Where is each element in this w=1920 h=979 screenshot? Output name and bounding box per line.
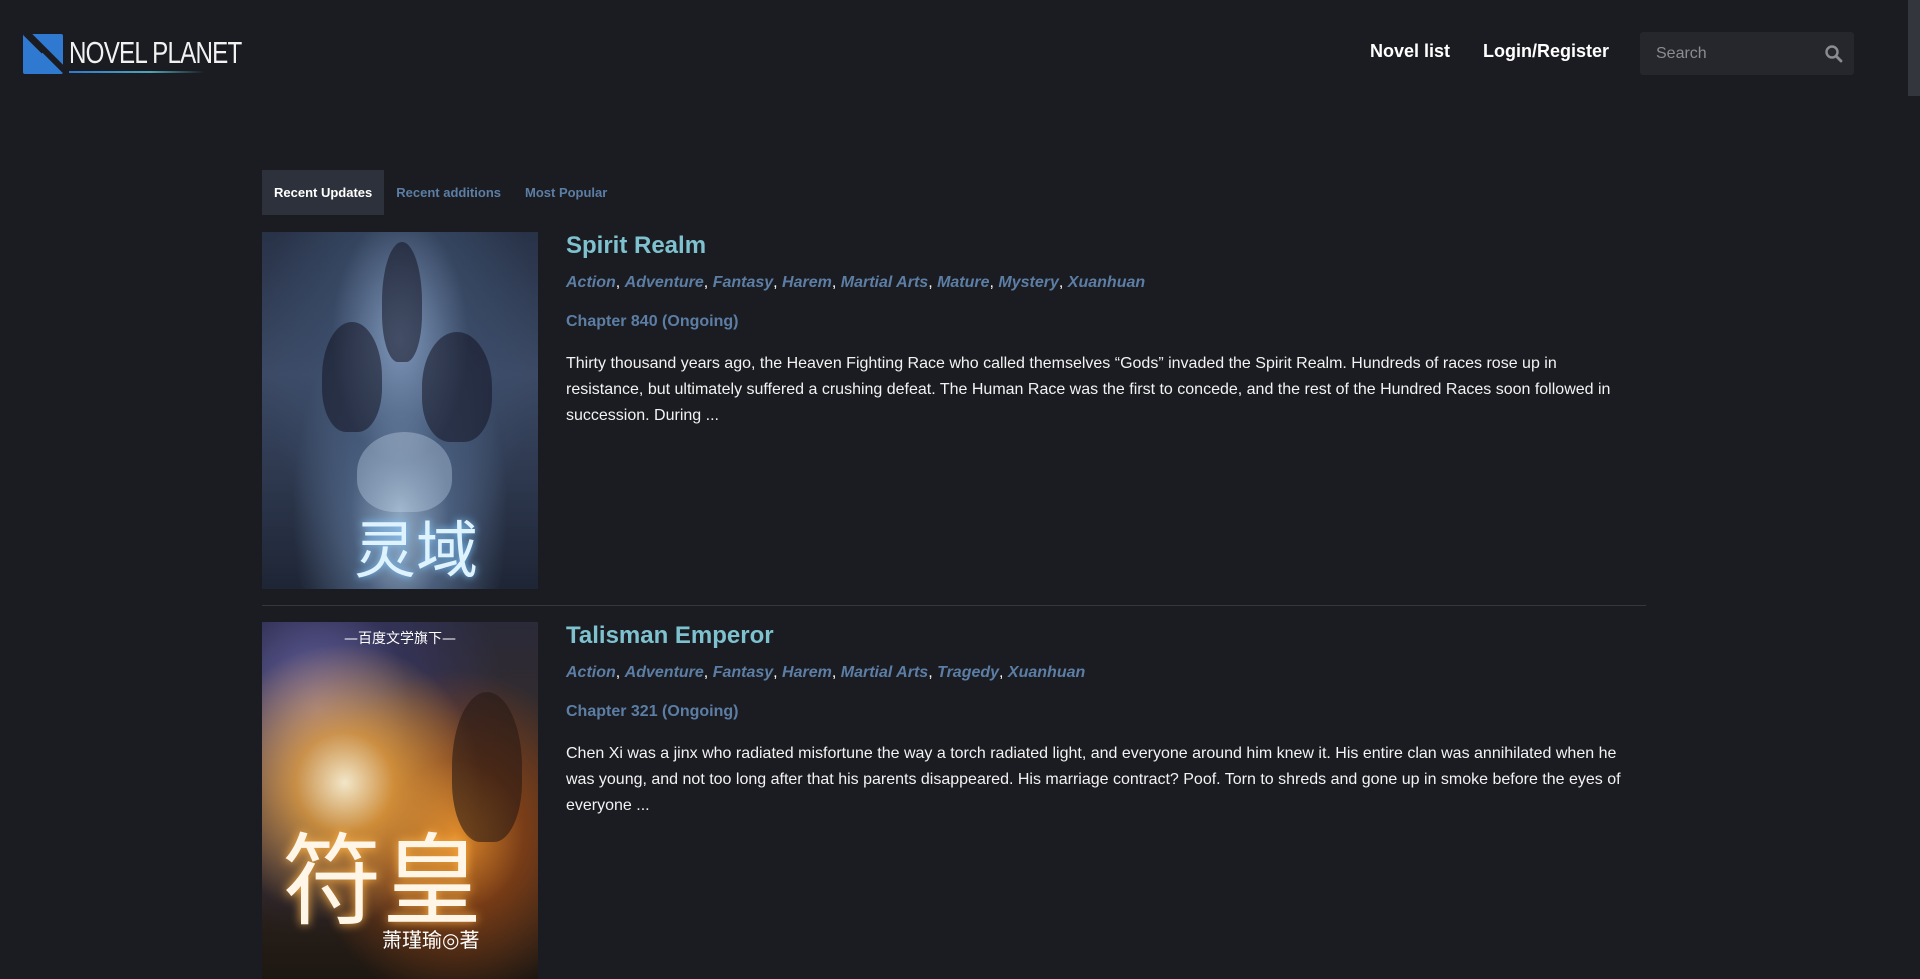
cover-title-glyph: 灵域	[354, 514, 479, 587]
genre-link[interactable]: Mature	[937, 274, 989, 291]
genre-link[interactable]: Action	[566, 664, 616, 681]
novel-title[interactable]: Spirit Realm	[566, 232, 1636, 260]
genre-link[interactable]: Martial Arts	[841, 664, 928, 681]
genre-link[interactable]: Adventure	[625, 274, 704, 291]
logo-text: NOVEL PLANET	[69, 34, 242, 70]
novel-genres: Action, Adventure, Fantasy, Harem, Marti…	[566, 274, 1146, 291]
scrollbar-thumb[interactable]	[1908, 0, 1920, 96]
genre-link[interactable]: Harem	[782, 664, 832, 681]
genre-link[interactable]: Mystery	[998, 274, 1058, 291]
search-input[interactable]	[1640, 32, 1820, 75]
nav-novel-list[interactable]: Novel list	[1370, 41, 1450, 62]
novel-list-item: —百度文学旗下— 符皇 萧瑾瑜◎著 Talisman Emperor Actio…	[262, 622, 1646, 979]
novel-cover-image[interactable]: —百度文学旗下— 符皇 萧瑾瑜◎著	[262, 622, 538, 979]
site-header: NOVEL PLANET Novel list Login/Register	[0, 0, 1920, 108]
novel-chapter-link[interactable]: Chapter 840 (Ongoing)	[566, 312, 1636, 332]
novel-info: Talisman Emperor Action, Adventure, Fant…	[566, 622, 1636, 819]
cover-banner: —百度文学旗下—	[344, 631, 456, 647]
novel-summary: Thirty thousand years ago, the Heaven Fi…	[566, 355, 1611, 424]
novel-planet-logo-icon	[23, 34, 63, 74]
novel-title[interactable]: Talisman Emperor	[566, 622, 1636, 650]
tab-most-popular[interactable]: Most Popular	[513, 170, 619, 215]
genre-link[interactable]: Fantasy	[713, 274, 773, 291]
genre-link[interactable]: Xuanhuan	[1008, 664, 1085, 681]
genre-link[interactable]: Tragedy	[937, 664, 999, 681]
novel-chapter-link[interactable]: Chapter 321 (Ongoing)	[566, 702, 1636, 722]
genre-link[interactable]: Adventure	[625, 664, 704, 681]
genre-link[interactable]: Martial Arts	[841, 274, 928, 291]
genre-link[interactable]: Action	[566, 274, 616, 291]
genre-link[interactable]: Fantasy	[713, 664, 773, 681]
novel-info: Spirit Realm Action, Adventure, Fantasy,…	[566, 232, 1636, 429]
novel-cover-image[interactable]: 灵域	[262, 232, 538, 589]
genre-link[interactable]: Harem	[782, 274, 832, 291]
novel-genres: Action, Adventure, Fantasy, Harem, Marti…	[566, 664, 1086, 681]
nav-login-register[interactable]: Login/Register	[1483, 41, 1609, 62]
novel-list-item: 灵域 Spirit Realm Action, Adventure, Fanta…	[262, 232, 1646, 606]
novel-summary: Chen Xi was a jinx who radiated misfortu…	[566, 745, 1621, 814]
tab-recent-updates[interactable]: Recent Updates	[262, 170, 385, 215]
search-box	[1640, 32, 1854, 75]
tab-recent-additions[interactable]: Recent additions	[384, 170, 513, 215]
search-icon[interactable]	[1824, 44, 1844, 64]
logo-underline	[69, 70, 205, 73]
tab-bar: Recent Updates Recent additions Most Pop…	[262, 170, 619, 215]
genre-link[interactable]: Xuanhuan	[1068, 274, 1145, 291]
site-logo[interactable]: NOVEL PLANET	[23, 34, 290, 74]
